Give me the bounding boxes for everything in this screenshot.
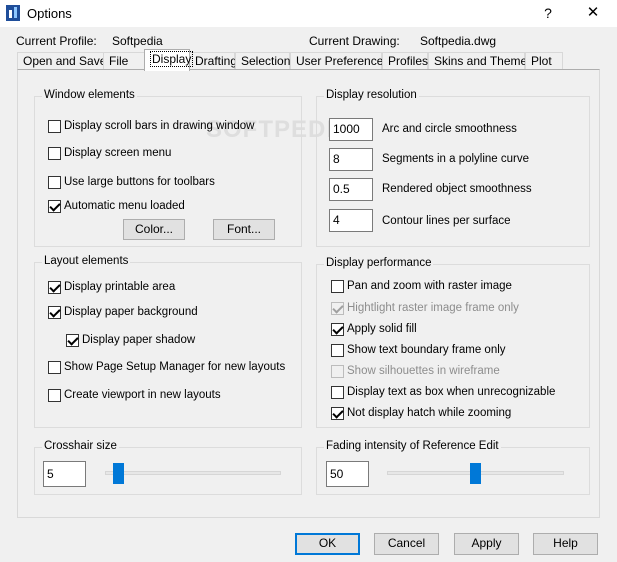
group-title: Fading intensity of Reference Edit [324, 440, 501, 452]
contour-lines-label: Contour lines per surface [382, 215, 511, 227]
checkbox-label: Not display hatch while zooming [347, 407, 512, 419]
current-profile-label: Current Profile: [16, 34, 97, 48]
group-title: Window elements [42, 89, 137, 101]
checkbox-label: Display paper background [64, 306, 198, 318]
color-button[interactable]: Color... [123, 219, 185, 240]
checkbox-box [331, 365, 344, 378]
polyline-segments-input[interactable]: 8 [329, 148, 373, 171]
tab-user-preferences[interactable]: User Preferences [290, 52, 389, 70]
checkbox-box [331, 323, 344, 336]
checkbox-label: Display text as box when unrecognizable [347, 386, 556, 398]
close-icon[interactable]: ✕ [578, 2, 608, 24]
group-title: Crosshair size [42, 440, 119, 452]
tab-profiles[interactable]: Profiles [382, 52, 428, 70]
layout-elements-group: Layout elements Display printable area D… [34, 255, 302, 428]
checkbox-box [48, 281, 61, 294]
fading-intensity-input[interactable]: 50 [326, 461, 369, 487]
checkbox-label: Use large buttons for toolbars [64, 176, 215, 188]
current-drawing-value: Softpedia.dwg [420, 34, 497, 48]
checkbox-box [331, 280, 344, 293]
tab-file[interactable]: File [103, 52, 145, 70]
checkbox-label: Create viewport in new layouts [64, 389, 221, 401]
checkbox-label: Show text boundary frame only [347, 344, 506, 356]
group-title: Layout elements [42, 255, 131, 267]
checkbox-box [48, 389, 61, 402]
tab-plot[interactable]: Plot [525, 52, 563, 70]
checkbox-label: Automatic menu loaded [64, 200, 185, 212]
checkbox-label: Display printable area [64, 281, 176, 293]
checkbox-label: Hightlight raster image frame only [347, 302, 519, 314]
checkbox-box [66, 334, 79, 347]
checkbox-box [48, 120, 61, 133]
contour-lines-input[interactable]: 4 [329, 209, 373, 232]
window-title: Options [27, 6, 72, 21]
help-button[interactable]: Help [533, 533, 598, 555]
rendered-smoothness-input[interactable]: 0.5 [329, 178, 373, 201]
checkbox-box [48, 306, 61, 319]
crosshair-slider-track[interactable] [105, 471, 281, 475]
checkbox-label: Pan and zoom with raster image [347, 280, 512, 292]
app-icon [6, 5, 20, 21]
checkbox-label: Display paper shadow [82, 334, 196, 346]
checkbox-label: Show silhouettes in wireframe [347, 365, 500, 377]
ok-button[interactable]: OK [295, 533, 360, 555]
window-elements-group: Window elements Display scroll bars in d… [34, 89, 302, 247]
tab-skins-and-themes[interactable]: Skins and Themes [428, 52, 533, 70]
tab-display-label: Display [150, 51, 194, 67]
tab-open-and-save[interactable]: Open and Save [17, 52, 106, 70]
checkbox-box [331, 302, 344, 315]
checkbox-box [48, 200, 61, 213]
checkbox-label: Display screen menu [64, 147, 172, 159]
fading-intensity-group: Fading intensity of Reference Edit 50 [316, 440, 590, 495]
display-resolution-group: Display resolution 1000 Arc and circle s… [316, 89, 590, 247]
current-drawing-label: Current Drawing: [309, 34, 400, 48]
font-button[interactable]: Font... [213, 219, 275, 240]
current-profile-value: Softpedia [112, 34, 163, 48]
tab-display[interactable]: Display [144, 49, 194, 71]
checkbox-label: Show Page Setup Manager for new layouts [64, 361, 286, 373]
checkbox-label: Display scroll bars in drawing window [64, 120, 255, 132]
checkbox-box [331, 386, 344, 399]
display-performance-group: Display performance Pan and zoom with ra… [316, 257, 590, 428]
crosshair-size-input[interactable]: 5 [43, 461, 86, 487]
rendered-smoothness-label: Rendered object smoothness [382, 183, 532, 195]
tab-selection[interactable]: Selection [235, 52, 290, 70]
crosshair-slider-thumb[interactable] [113, 463, 125, 484]
help-icon[interactable]: ? [536, 2, 560, 24]
fading-slider-thumb[interactable] [470, 463, 481, 484]
checkbox-box [48, 176, 61, 189]
group-title: Display performance [324, 257, 434, 269]
crosshair-size-group: Crosshair size 5 [34, 440, 302, 495]
arc-smoothness-input[interactable]: 1000 [329, 118, 373, 141]
checkbox-label: Apply solid fill [347, 323, 417, 335]
title-bar: Options ? ✕ [0, 0, 617, 27]
polyline-segments-label: Segments in a polyline curve [382, 153, 530, 165]
checkbox-box [48, 361, 61, 374]
arc-smoothness-label: Arc and circle smoothness [382, 123, 517, 135]
checkbox-box [331, 344, 344, 357]
group-title: Display resolution [324, 89, 419, 101]
checkbox-box [331, 407, 344, 420]
apply-button[interactable]: Apply [454, 533, 519, 555]
checkbox-box [48, 147, 61, 160]
cancel-button[interactable]: Cancel [374, 533, 439, 555]
tab-drafting[interactable]: Drafting [189, 52, 237, 70]
